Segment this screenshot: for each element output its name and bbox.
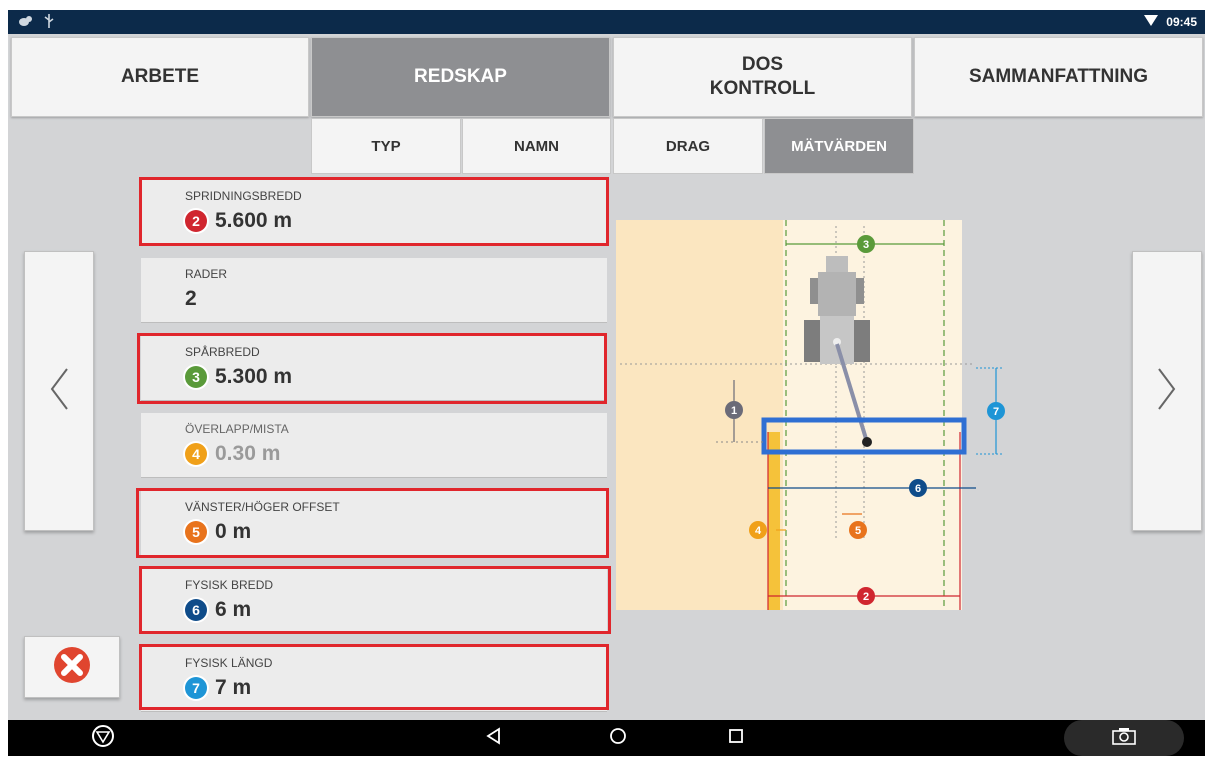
clock-text: 09:45 (1166, 15, 1197, 29)
menu-button[interactable] (78, 720, 128, 756)
diagram-badge-text: 3 (863, 239, 869, 251)
field-overlapp-mista[interactable]: ÖVERLAPP/MISTA 4 0.30 m (141, 413, 607, 478)
field-value: 0.30 m (215, 442, 281, 465)
recents-square-icon (728, 728, 744, 749)
field-vanster-hoger-offset[interactable]: VÄNSTER/HÖGER OFFSET 5 0 m (141, 491, 607, 556)
field-value-row: 4 0.30 m (185, 442, 280, 466)
previous-button[interactable] (24, 251, 94, 531)
tab-sammanfattning[interactable]: SAMMANFATTNING (914, 37, 1203, 117)
tab-redskap[interactable]: REDSKAP (311, 37, 610, 117)
diagram-badge-text: 7 (993, 406, 999, 418)
field-value-row: 5 0 m (185, 520, 251, 544)
diagram-badge-text: 5 (855, 525, 861, 537)
diagram-badge-text: 1 (731, 405, 737, 417)
chevron-left-icon (49, 367, 69, 416)
diagram-badge-text: 2 (863, 591, 869, 603)
field-label: SPÅRBREDD (185, 345, 260, 359)
badge-5-icon: 5 (185, 521, 207, 543)
field-label: FYSISK LÄNGD (185, 656, 273, 670)
field-label: VÄNSTER/HÖGER OFFSET (185, 500, 340, 514)
subtab-label: TYP (371, 137, 401, 155)
field-label: FYSISK BREDD (185, 578, 274, 592)
system-nav-bar (8, 720, 1205, 756)
field-value: 7 m (215, 676, 252, 699)
field-label: ÖVERLAPP/MISTA (185, 422, 289, 436)
back-button[interactable] (474, 720, 514, 756)
close-button[interactable] (24, 636, 120, 698)
implement-measurement-diagram: 1 2 3 4 5 6 7 (616, 220, 976, 610)
home-circle-icon (609, 727, 627, 750)
badge-6-icon: 6 (185, 599, 207, 621)
subtab-namn[interactable]: NAMN (462, 118, 611, 174)
diagram-badge-6: 6 (909, 479, 927, 497)
diagram-badge-5: 5 (849, 521, 867, 539)
field-value-row: 6 6 m (185, 598, 251, 622)
diagram-badge-2: 2 (857, 587, 875, 605)
diagram-badge-4: 4 (749, 521, 767, 539)
tab-label-line2: KONTROLL (709, 78, 816, 99)
badge-3-icon: 3 (185, 366, 207, 388)
wifi-icon (1144, 15, 1159, 29)
field-fysisk-langd[interactable]: FYSISK LÄNGD 7 7 m (141, 647, 607, 712)
badge-2-icon: 2 (185, 210, 207, 232)
badge-4-icon: 4 (185, 443, 207, 465)
app-screen: 09:45 ARBETE REDSKAP DOS KONTROLL SAMMANF… (8, 10, 1205, 756)
status-bar: 09:45 (8, 10, 1205, 34)
field-value: 5.300 m (215, 365, 293, 388)
field-value-row: 3 5.300 m (185, 365, 292, 389)
hitch-point (862, 437, 872, 447)
subtab-drag[interactable]: DRAG (613, 118, 763, 174)
field-value-row: 2 5.600 m (185, 209, 292, 233)
field-area-light (783, 220, 962, 610)
badge-7-icon: 7 (185, 677, 207, 699)
subtab-typ[interactable]: TYP (311, 118, 461, 174)
field-value: 2 (185, 287, 197, 310)
tab-arbete[interactable]: ARBETE (11, 37, 309, 117)
diagram-badge-text: 4 (755, 525, 762, 537)
field-fysisk-bredd[interactable]: FYSISK BREDD 6 6 m (141, 569, 607, 634)
dim-7-marker: 7 (976, 367, 1005, 455)
subtab-label: DRAG (665, 137, 711, 155)
recents-button[interactable] (716, 720, 756, 756)
tab-label-line1: DOS (741, 54, 784, 75)
field-spridningsbredd[interactable]: SPRIDNINGSBREDD 2 5.600 m (141, 180, 607, 244)
screenshot-button[interactable] (1064, 720, 1184, 756)
field-value: 0 m (215, 520, 252, 543)
next-button[interactable] (1132, 251, 1202, 531)
diagram-badge-1: 1 (725, 401, 743, 419)
field-rader[interactable]: RADER 2 (141, 258, 607, 323)
field-label: SPRIDNINGSBREDD (185, 189, 302, 203)
overlap-strip (768, 432, 780, 610)
field-sparbredd[interactable]: SPÅRBREDD 3 5.300 m (141, 336, 607, 401)
field-value-row: 2 (185, 287, 197, 311)
home-button[interactable] (598, 720, 638, 756)
chevron-right-icon (1157, 367, 1177, 416)
tab-label: REDSKAP (414, 66, 507, 87)
close-red-icon (53, 646, 91, 689)
field-value: 6 m (215, 598, 252, 621)
tab-label: SAMMANFATTNING (968, 66, 1149, 87)
back-triangle-icon (485, 726, 503, 750)
usb-icon (44, 14, 54, 31)
tab-dos-kontroll[interactable]: DOS KONTROLL (613, 37, 912, 117)
diagram-badge-text: 6 (915, 483, 921, 495)
app-notification-icon (18, 15, 34, 30)
field-value: 5.600 m (215, 209, 293, 232)
camera-icon (1111, 726, 1137, 751)
down-triangle-circle-icon (91, 724, 115, 753)
subtab-matvarden[interactable]: MÄTVÄRDEN (764, 118, 914, 174)
diagram-badge-3: 3 (857, 235, 875, 253)
subtab-label: NAMN (514, 137, 559, 155)
field-label: RADER (185, 267, 228, 281)
tab-label: ARBETE (120, 66, 200, 87)
field-value-row: 7 7 m (185, 676, 251, 700)
subtab-label: MÄTVÄRDEN (791, 137, 887, 155)
